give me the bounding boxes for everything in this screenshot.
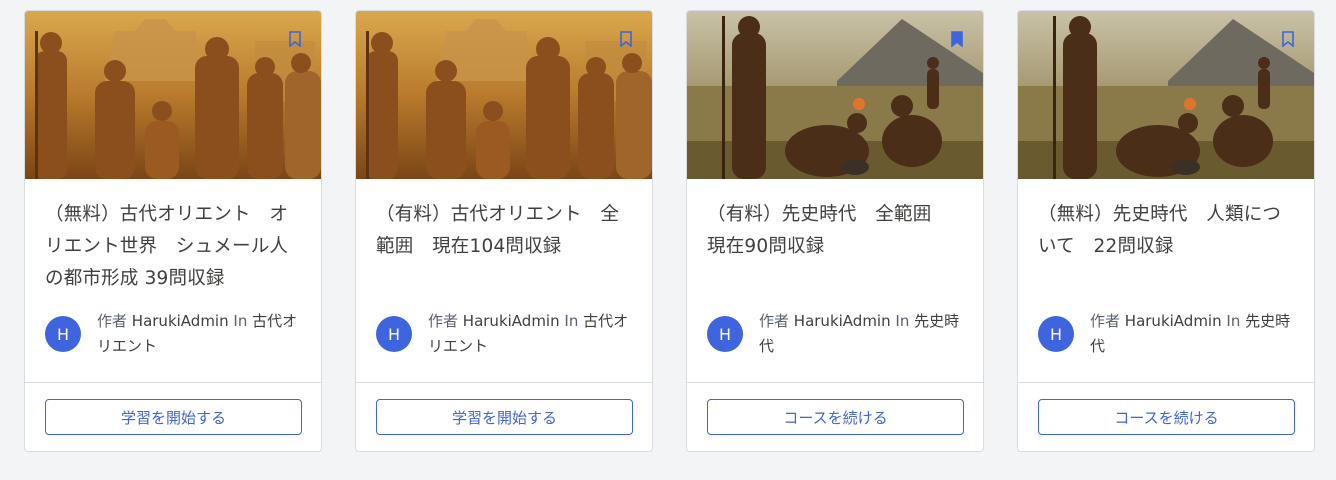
avatar[interactable]: H xyxy=(1038,316,1074,352)
course-meta: H 作者 HarukiAdmin In 古代オリエント xyxy=(45,309,303,359)
card-divider xyxy=(356,382,652,383)
start-course-button[interactable]: 学習を開始する xyxy=(45,399,302,435)
course-card: （無料）先史時代 人類について 22問収録 H 作者 HarukiAdmin I… xyxy=(1017,10,1315,452)
course-card: （有料）古代オリエント 全範囲 現在104問収録 H 作者 HarukiAdmi… xyxy=(355,10,653,452)
continue-course-button[interactable]: コースを続ける xyxy=(1038,399,1295,435)
bookmark-filled-icon[interactable] xyxy=(951,31,963,47)
start-course-button[interactable]: 学習を開始する xyxy=(376,399,633,435)
author-link[interactable]: HarukiAdmin xyxy=(463,312,560,330)
course-title[interactable]: （無料）先史時代 人類について 22問収録 xyxy=(1038,199,1296,263)
course-grid: （無料）古代オリエント オリエント世界 シュメール人の都市形成 39問収録 H … xyxy=(24,10,1315,452)
course-card: （無料）古代オリエント オリエント世界 シュメール人の都市形成 39問収録 H … xyxy=(24,10,322,452)
author-info: 作者 HarukiAdmin In 先史時代 xyxy=(759,309,965,359)
card-divider xyxy=(687,382,983,383)
course-title[interactable]: （有料）古代オリエント 全範囲 現在104問収録 xyxy=(376,199,634,263)
course-thumbnail[interactable] xyxy=(1018,11,1314,179)
course-thumbnail[interactable] xyxy=(356,11,652,179)
course-title[interactable]: （無料）古代オリエント オリエント世界 シュメール人の都市形成 39問収録 xyxy=(45,199,303,295)
in-label: In xyxy=(233,312,248,330)
in-label: In xyxy=(1226,312,1241,330)
avatar[interactable]: H xyxy=(45,316,81,352)
author-info: 作者 HarukiAdmin In 古代オリエント xyxy=(428,309,634,359)
author-info: 作者 HarukiAdmin In 先史時代 xyxy=(1090,309,1296,359)
course-title[interactable]: （有料）先史時代 全範囲 現在90問収録 xyxy=(707,199,965,263)
course-meta: H 作者 HarukiAdmin In 先史時代 xyxy=(707,309,965,359)
course-meta: H 作者 HarukiAdmin In 古代オリエント xyxy=(376,309,634,359)
in-label: In xyxy=(895,312,910,330)
bookmark-outline-icon[interactable] xyxy=(289,31,301,47)
bookmark-outline-icon[interactable] xyxy=(620,31,632,47)
by-label: 作者 xyxy=(1090,312,1121,330)
author-link[interactable]: HarukiAdmin xyxy=(794,312,891,330)
by-label: 作者 xyxy=(97,312,128,330)
course-thumbnail[interactable] xyxy=(687,11,983,179)
course-thumbnail[interactable] xyxy=(25,11,321,179)
avatar[interactable]: H xyxy=(707,316,743,352)
author-info: 作者 HarukiAdmin In 古代オリエント xyxy=(97,309,303,359)
by-label: 作者 xyxy=(759,312,790,330)
author-link[interactable]: HarukiAdmin xyxy=(132,312,229,330)
by-label: 作者 xyxy=(428,312,459,330)
card-divider xyxy=(1018,382,1314,383)
course-meta: H 作者 HarukiAdmin In 先史時代 xyxy=(1038,309,1296,359)
course-card: （有料）先史時代 全範囲 現在90問収録 H 作者 HarukiAdmin In… xyxy=(686,10,984,452)
author-link[interactable]: HarukiAdmin xyxy=(1125,312,1222,330)
bookmark-outline-icon[interactable] xyxy=(1282,31,1294,47)
continue-course-button[interactable]: コースを続ける xyxy=(707,399,964,435)
card-divider xyxy=(25,382,321,383)
avatar[interactable]: H xyxy=(376,316,412,352)
in-label: In xyxy=(564,312,579,330)
